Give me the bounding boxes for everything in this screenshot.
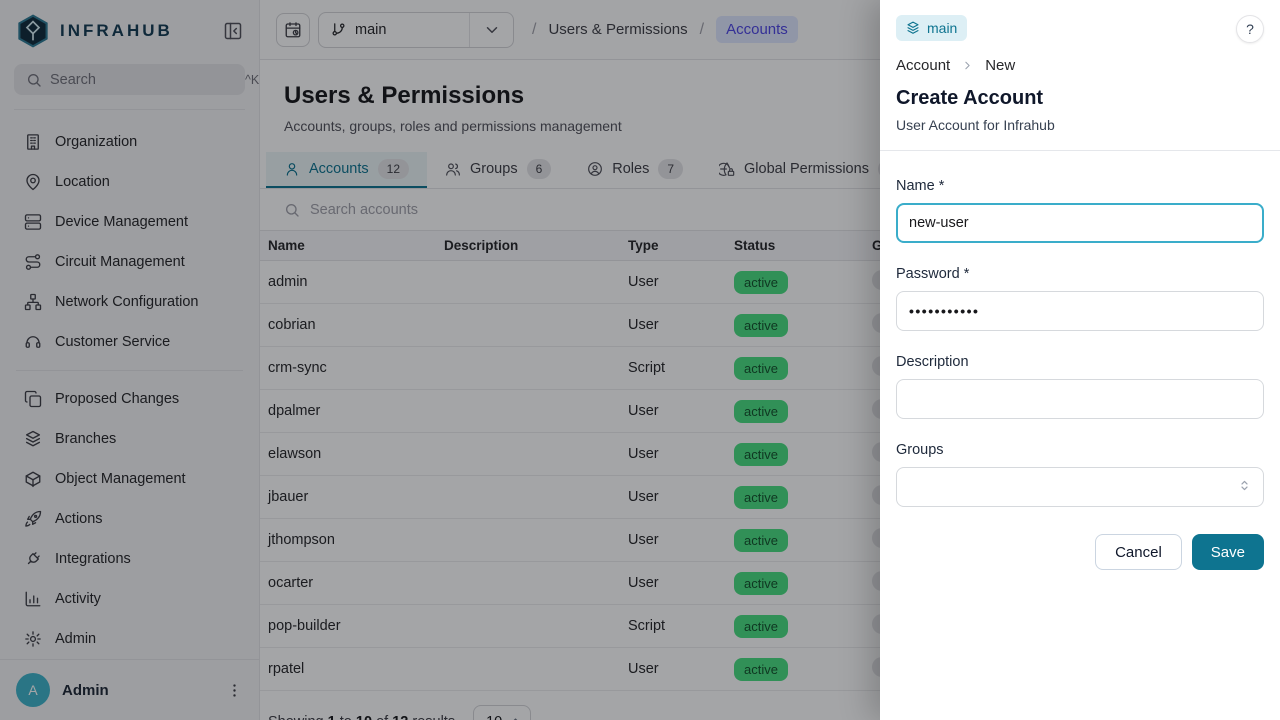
description-label: Description [896, 354, 1264, 370]
branch-badge: main [896, 15, 967, 41]
name-label: Name * [896, 178, 1264, 194]
name-field-group: Name * [896, 178, 1264, 243]
password-field[interactable] [896, 291, 1264, 331]
chevrons-up-down-icon [1237, 478, 1252, 493]
create-account-form: Name * Password * Description Groups Ca [880, 151, 1280, 570]
description-field-group: Description [896, 354, 1264, 419]
drawer-actions: Cancel Save [896, 534, 1264, 570]
groups-label: Groups [896, 442, 1264, 458]
modal-overlay[interactable] [0, 0, 880, 720]
groups-field-group: Groups [896, 442, 1264, 507]
cancel-button[interactable]: Cancel [1095, 534, 1182, 570]
save-button[interactable]: Save [1192, 534, 1264, 570]
create-account-drawer: main ? Account New Create Account User A… [880, 0, 1280, 720]
drawer-breadcrumb: Account New [896, 57, 1264, 74]
password-label: Password * [896, 266, 1264, 282]
drawer-breadcrumb-parent[interactable]: Account [896, 57, 950, 74]
drawer-title: Create Account [896, 87, 1264, 110]
name-field[interactable] [896, 203, 1264, 243]
help-button[interactable]: ? [1236, 15, 1264, 43]
layers-icon [906, 21, 920, 35]
branch-badge-label: main [927, 20, 957, 36]
drawer-header: main ? Account New Create Account User A… [880, 0, 1280, 151]
description-field[interactable] [896, 379, 1264, 419]
groups-select[interactable] [896, 467, 1264, 507]
chevron-right-icon [961, 59, 974, 72]
drawer-breadcrumb-current: New [985, 57, 1015, 74]
password-field-group: Password * [896, 266, 1264, 331]
drawer-subtitle: User Account for Infrahub [896, 117, 1264, 133]
